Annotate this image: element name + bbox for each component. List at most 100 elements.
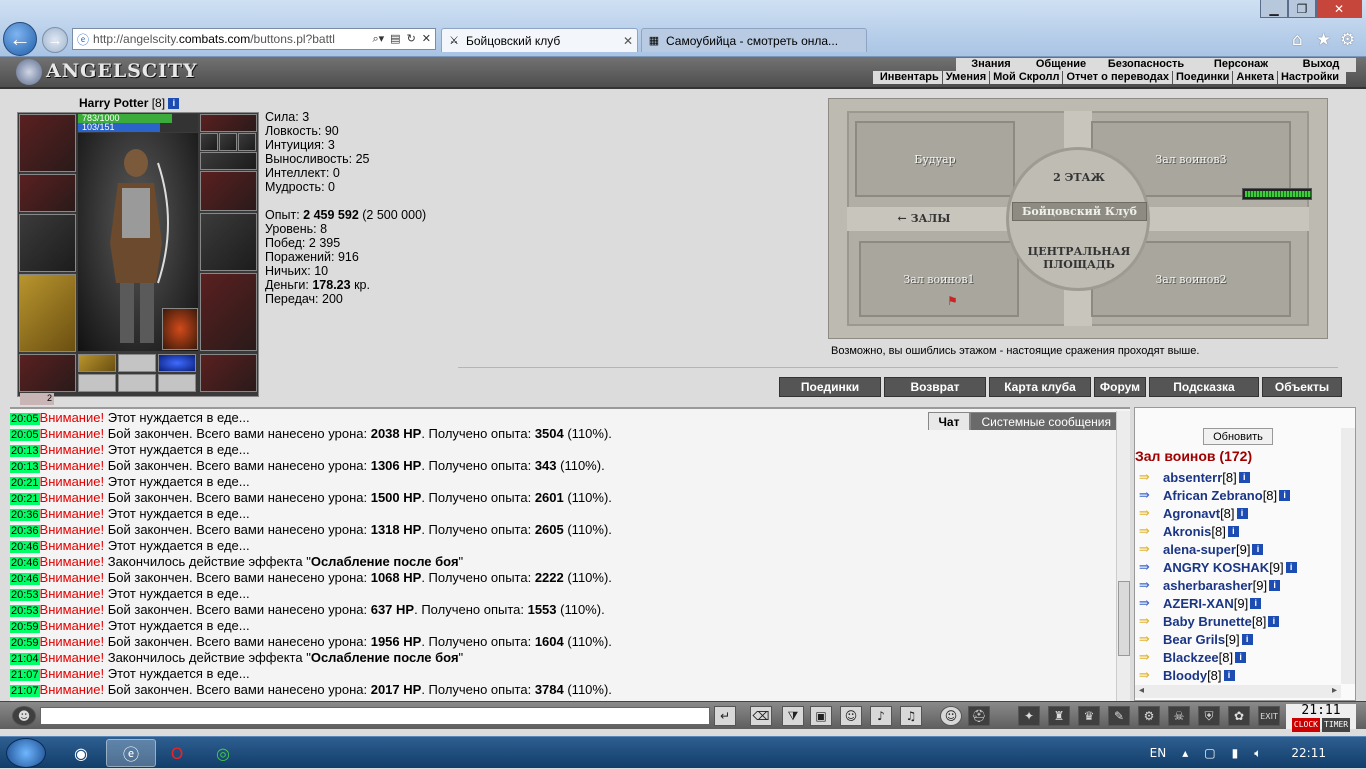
chat-time[interactable]: 20:05: [10, 429, 40, 441]
sound-icon[interactable]: ♪: [870, 706, 892, 726]
user-entry[interactable]: ⇛ Bloody [8] i: [1139, 666, 1235, 684]
helmet-slot[interactable]: [19, 114, 76, 172]
halls-link[interactable]: ← ЗАЛЫ: [889, 212, 959, 225]
signal-icon[interactable]: ▮: [1232, 746, 1239, 760]
earring-slot[interactable]: [200, 114, 257, 132]
chat-time[interactable]: 20:53: [10, 589, 40, 601]
info-icon[interactable]: i: [1268, 615, 1280, 627]
private-message-icon[interactable]: ⇛: [1139, 650, 1163, 665]
user-entry[interactable]: ⇛ Baby Brunette [8] i: [1139, 612, 1280, 630]
forward-button[interactable]: →: [42, 27, 68, 53]
info-icon[interactable]: i: [1236, 507, 1248, 519]
user-name[interactable]: African Zebrano: [1163, 488, 1263, 503]
user-entry[interactable]: ⇛ absenterr [8] i: [1139, 468, 1250, 486]
chat-time[interactable]: 20:21: [10, 493, 40, 505]
device-icon[interactable]: ▢: [1204, 746, 1215, 760]
hint-button[interactable]: Подсказка: [1149, 377, 1259, 397]
menu-knowledge[interactable]: Знания: [956, 58, 1026, 72]
smiley-icon[interactable]: ☺: [940, 706, 962, 726]
private-message-icon[interactable]: ⇛: [1139, 488, 1163, 503]
character-name[interactable]: Harry Potter [8] i: [79, 96, 180, 110]
info-icon[interactable]: i: [1285, 561, 1297, 573]
private-message-icon[interactable]: ⇛: [1139, 632, 1163, 647]
compat-icon[interactable]: ▤: [390, 32, 400, 46]
icq-icon[interactable]: ◎: [198, 739, 248, 767]
helmet-icon[interactable]: ⛑: [968, 706, 990, 726]
room-warriors-1[interactable]: Зал воинов1: [859, 241, 1019, 317]
info-icon[interactable]: i: [1238, 471, 1250, 483]
gear-icon[interactable]: ⚙: [1138, 706, 1160, 726]
user-entry[interactable]: ⇛ asherbarasher [9] i: [1139, 576, 1281, 594]
arrow-up-icon[interactable]: ▴: [1182, 746, 1188, 760]
music-icon[interactable]: ♫: [900, 706, 922, 726]
save-icon[interactable]: ▣: [810, 706, 832, 726]
fights-button[interactable]: Поединки: [779, 377, 881, 397]
menu-character[interactable]: Персонаж: [1196, 58, 1286, 72]
private-message-icon[interactable]: ⇛: [1139, 668, 1163, 683]
user-name[interactable]: alena-super: [1163, 542, 1236, 557]
submenu-skills[interactable]: Умения: [943, 71, 991, 84]
boots-slot[interactable]: [200, 354, 257, 392]
belt-slot[interactable]: [19, 354, 76, 392]
scroll-slot-5[interactable]: [118, 374, 156, 392]
torch-icon[interactable]: ✦: [1018, 706, 1040, 726]
chat-time[interactable]: 20:21: [10, 477, 40, 489]
minimize-button[interactable]: ▁: [1260, 0, 1288, 18]
ring1-slot[interactable]: [200, 133, 218, 151]
chat-time[interactable]: 20:36: [10, 509, 40, 521]
settings-icon[interactable]: ⚙: [1340, 30, 1355, 50]
opera-icon[interactable]: O: [152, 739, 202, 767]
back-button[interactable]: ←: [3, 22, 37, 56]
favorites-icon[interactable]: ★: [1316, 30, 1331, 50]
address-bar[interactable]: ⓔ http://angelscity. combats.com/buttons.…: [72, 28, 436, 50]
eraser-icon[interactable]: ⌫: [750, 706, 772, 726]
tab-fight-club[interactable]: ⚔ Бойцовский клуб ✕: [441, 28, 638, 52]
private-message-icon[interactable]: ⇛: [1139, 614, 1163, 629]
user-name[interactable]: Bear Grils: [1163, 632, 1225, 647]
figure-icon[interactable]: ☺: [840, 706, 862, 726]
send-icon[interactable]: ↵: [714, 706, 736, 726]
chat-time[interactable]: 20:53: [10, 605, 40, 617]
submenu-profile[interactable]: Анкета: [1233, 71, 1278, 84]
menu-security[interactable]: Безопасность: [1096, 58, 1196, 72]
user-entry[interactable]: ⇛ Bear Grils [9] i: [1139, 630, 1253, 648]
private-message-icon[interactable]: ⇛: [1139, 506, 1163, 521]
shield-slot[interactable]: [200, 213, 257, 271]
mask-icon[interactable]: ☠: [1168, 706, 1190, 726]
tab-system-messages[interactable]: Системные сообщения: [970, 412, 1122, 430]
club-map-button[interactable]: Карта клуба: [989, 377, 1091, 397]
info-icon[interactable]: i: [1252, 543, 1264, 555]
info-icon[interactable]: i: [1235, 651, 1247, 663]
start-button[interactable]: [6, 738, 46, 768]
search-icon[interactable]: ⌕▾: [372, 32, 384, 46]
private-message-icon[interactable]: ⇛: [1139, 470, 1163, 485]
user-entry[interactable]: ⇛ Blackzee [8] i: [1139, 648, 1247, 666]
crown-icon[interactable]: ♛: [1078, 706, 1100, 726]
submenu-scroll[interactable]: Мой Скролл: [990, 71, 1064, 84]
room-boudoir[interactable]: Будуар: [855, 121, 1015, 197]
user-name[interactable]: asherbarasher: [1163, 578, 1253, 593]
private-message-icon[interactable]: ⇛: [1139, 560, 1163, 575]
info-icon[interactable]: i: [1269, 579, 1281, 591]
timer-label[interactable]: TIMER: [1322, 718, 1351, 732]
volume-icon[interactable]: 🔈︎: [1254, 746, 1261, 761]
user-name[interactable]: Agronavt: [1163, 506, 1220, 521]
chat-input[interactable]: [40, 707, 710, 725]
ring3-slot[interactable]: [238, 133, 256, 151]
forum-button[interactable]: Форум: [1094, 377, 1146, 397]
armor-slot[interactable]: [19, 274, 76, 352]
maximize-button[interactable]: ❐: [1288, 0, 1316, 18]
submenu-inventory[interactable]: Инвентарь: [877, 71, 943, 84]
close-tab-icon[interactable]: ✕: [623, 34, 637, 48]
weapon-slot[interactable]: [19, 214, 76, 272]
private-message-icon[interactable]: ⇛: [1139, 596, 1163, 611]
user-name[interactable]: Blackzee: [1163, 650, 1219, 665]
user-name[interactable]: Bloody: [1163, 668, 1207, 683]
chat-time[interactable]: 21:07: [10, 685, 40, 697]
bracers-slot[interactable]: [19, 174, 76, 212]
user-entry[interactable]: ⇛ Akronis [8] i: [1139, 522, 1239, 540]
chat-time[interactable]: 20:36: [10, 525, 40, 537]
submenu-transfers[interactable]: Отчет о переводах: [1063, 71, 1173, 84]
taskbar-clock[interactable]: 22:11: [1291, 746, 1326, 760]
private-message-icon[interactable]: ⇛: [1139, 524, 1163, 539]
